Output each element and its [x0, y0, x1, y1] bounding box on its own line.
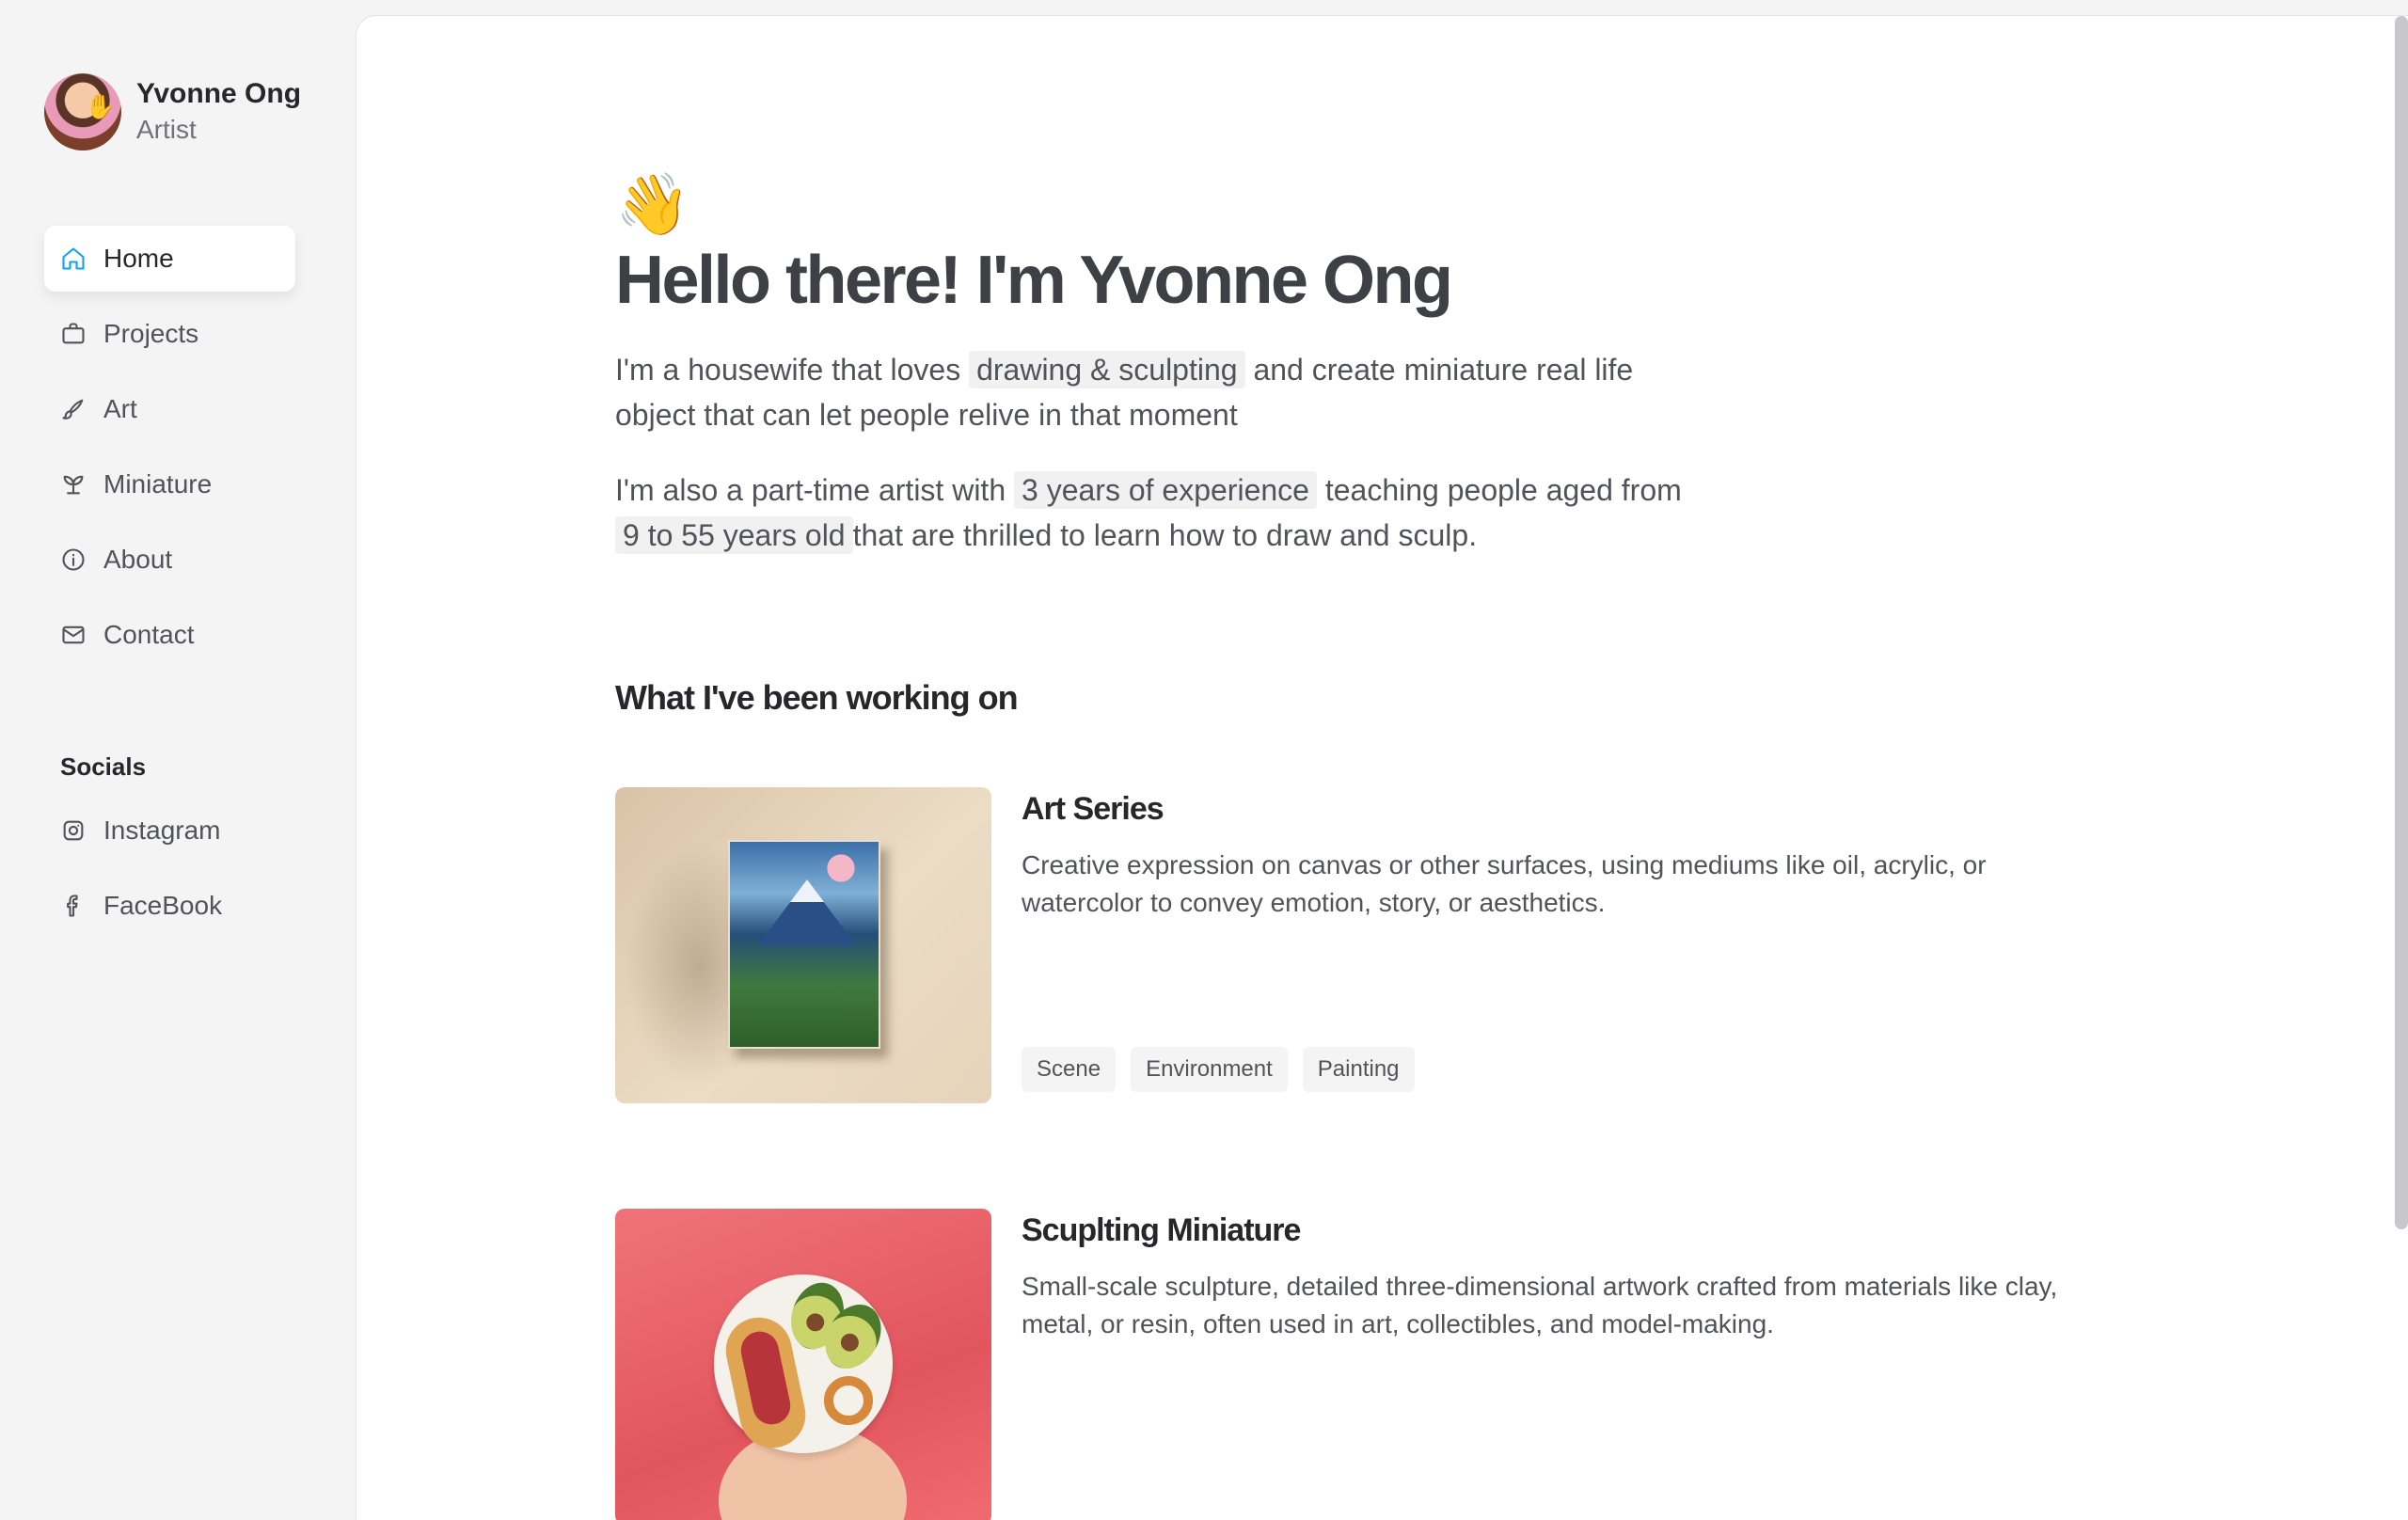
intro-paragraph-1: I'm a housewife that loves drawing & scu…	[615, 347, 1706, 437]
nav-item-projects[interactable]: Projects	[44, 301, 295, 367]
tag[interactable]: Environment	[1131, 1047, 1288, 1092]
tag-list: Scene Environment Painting	[1022, 1047, 1430, 1092]
facebook-icon	[67, 895, 78, 917]
waving-hand-emoji: 👋	[615, 170, 690, 238]
scrollbar[interactable]	[2395, 16, 2408, 1229]
nav-item-art[interactable]: Art	[44, 376, 295, 442]
section-title: What I've been working on	[615, 678, 1019, 717]
social-link-label: FaceBook	[103, 891, 223, 920]
socials-heading: Socials	[60, 752, 147, 781]
nav-item-about[interactable]: About	[44, 527, 295, 593]
highlight: 3 years of experience	[1014, 471, 1317, 509]
project-title[interactable]: Scuplting Miniature	[1022, 1212, 2075, 1249]
painting-canvas	[728, 840, 880, 1049]
main-content: 👋 Hello there! I'm Yvonne Ong I'm a hous…	[356, 15, 2408, 1520]
socials-list: Instagram FaceBook	[44, 798, 295, 948]
tag[interactable]: Painting	[1302, 1047, 1415, 1092]
nav-item-label: Contact	[103, 620, 195, 649]
nav-item-label: Art	[103, 394, 137, 423]
instagram-icon	[63, 820, 84, 841]
info-icon	[62, 548, 85, 571]
nav-item-label: About	[103, 545, 173, 574]
briefcase-icon	[62, 323, 85, 344]
art-series-thumbnail[interactable]	[615, 787, 991, 1103]
brush-icon	[62, 399, 84, 420]
mail-icon	[62, 625, 85, 644]
social-link-instagram[interactable]: Instagram	[44, 798, 295, 863]
main-nav: Home Projects Art Miniature About Contac…	[44, 226, 295, 677]
project-title[interactable]: Art Series	[1022, 791, 2075, 828]
miniature-thumbnail[interactable]	[615, 1209, 991, 1520]
project-card[interactable]: Art Series Creative expression on canvas…	[615, 787, 2120, 1103]
nav-item-contact[interactable]: Contact	[44, 602, 295, 668]
project-card[interactable]: Scuplting Miniature Small-scale sculptur…	[615, 1209, 2120, 1520]
social-link-label: Instagram	[103, 815, 221, 845]
profile-name: Yvonne Ong	[136, 78, 302, 109]
sidebar: ✋ Yvonne Ong Artist Home Projects Art Mi…	[0, 0, 356, 1505]
profile-role: Artist	[136, 115, 197, 144]
social-link-facebook[interactable]: FaceBook	[44, 873, 295, 939]
tag[interactable]: Scene	[1022, 1047, 1117, 1092]
nav-item-home[interactable]: Home	[44, 226, 295, 292]
project-description: Small-scale sculpture, detailed three-di…	[1022, 1272, 2058, 1338]
nav-item-miniature[interactable]: Miniature	[44, 451, 295, 517]
intro-text: that are thrilled to learn how to draw a…	[852, 518, 1478, 552]
intro-text: I'm also a part-time artist with	[615, 473, 1006, 507]
highlight: 9 to 55 years old	[615, 516, 853, 554]
waving-hand-icon: ✋	[85, 92, 116, 120]
avatar: ✋	[44, 73, 121, 150]
intro: I'm a housewife that loves drawing & scu…	[615, 347, 1706, 558]
intro-text: I'm a housewife that loves	[615, 353, 961, 387]
plant-icon	[63, 475, 84, 495]
intro-text: teaching people aged from	[1324, 473, 1682, 507]
highlight: drawing & sculpting	[969, 351, 1245, 388]
intro-paragraph-2: I'm also a part-time artist with 3 years…	[615, 467, 1706, 558]
page-title: Hello there! I'm Yvonne Ong	[615, 243, 1453, 318]
nav-item-label: Projects	[103, 319, 199, 348]
home-icon	[62, 247, 85, 270]
nav-item-label: Home	[103, 244, 174, 273]
nav-item-label: Miniature	[103, 469, 213, 499]
profile[interactable]: ✋ Yvonne Ong Artist	[44, 73, 301, 150]
project-description: Creative expression on canvas or other s…	[1022, 850, 1987, 917]
